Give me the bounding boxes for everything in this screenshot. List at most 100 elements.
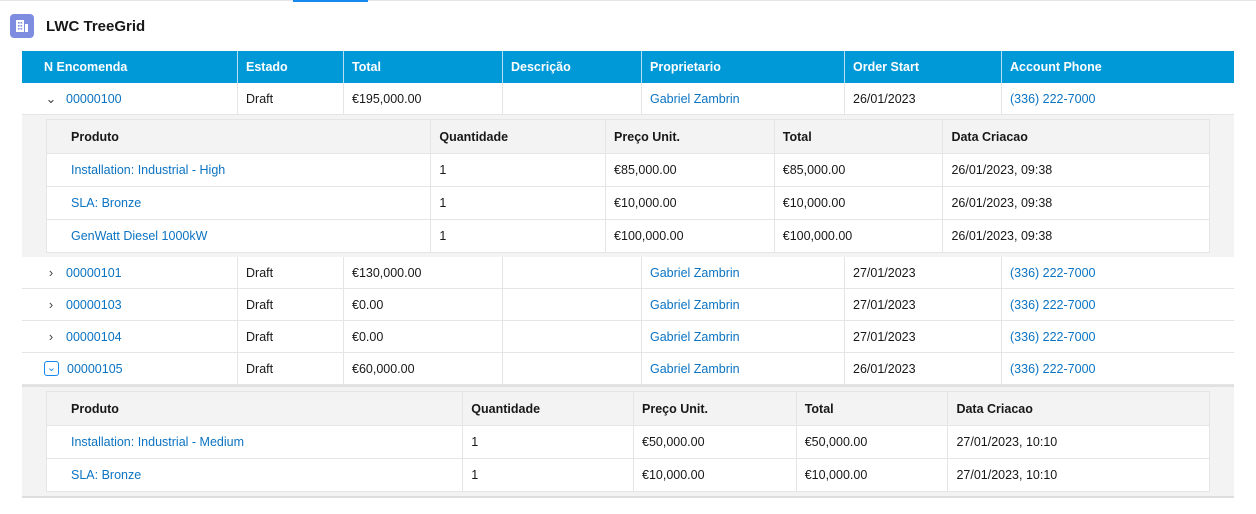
items-col-data: Data Criacao bbox=[956, 401, 1033, 416]
order-row: › 00000104 Draft €0.00 Gabriel Zambrin 2… bbox=[22, 321, 1234, 353]
order-start-cell: 27/01/2023 bbox=[845, 257, 1002, 288]
order-number-cell: › 00000101 bbox=[22, 257, 238, 288]
created-cell: 27/01/2023, 10:10 bbox=[956, 468, 1058, 482]
chevron-right-icon[interactable]: › bbox=[44, 297, 58, 312]
order-row: ⌄ 00000105 Draft €60,000.00 Gabriel Zamb… bbox=[22, 353, 1234, 385]
product-link[interactable]: GenWatt Diesel 1000kW bbox=[47, 220, 432, 252]
order-row: › 00000101 Draft €130,000.00 Gabriel Zam… bbox=[22, 257, 1234, 289]
item-row: SLA: Bronze 1 €10,000.00 €10,000.00 26/0… bbox=[47, 187, 1209, 220]
items-header: Produto Quantidade Preço Unit. Total Dat… bbox=[47, 120, 1209, 154]
price-cell: €100,000.00 bbox=[606, 220, 775, 252]
phone-link[interactable]: (336) 222-7000 bbox=[1002, 83, 1234, 114]
qty-cell: 1 bbox=[431, 187, 607, 219]
qty-cell: 1 bbox=[431, 154, 607, 186]
item-row: Installation: Industrial - Medium 1 €50,… bbox=[47, 426, 1209, 459]
order-number-link[interactable]: 00000100 bbox=[66, 92, 122, 106]
phone-link[interactable]: (336) 222-7000 bbox=[1002, 257, 1234, 288]
total-cell: €0.00 bbox=[344, 321, 503, 352]
order-items-table: Produto Quantidade Preço Unit. Total Dat… bbox=[46, 391, 1210, 492]
col-header-total[interactable]: Total bbox=[344, 51, 503, 83]
order-items-panel: Produto Quantidade Preço Unit. Total Dat… bbox=[22, 385, 1234, 498]
card-title: LWC TreeGrid bbox=[46, 17, 146, 35]
chevron-down-icon[interactable]: ⌄ bbox=[44, 91, 58, 106]
top-divider bbox=[0, 0, 1256, 1]
price-cell: €85,000.00 bbox=[606, 154, 775, 186]
items-col-quantidade: Quantidade bbox=[431, 120, 607, 153]
order-start-cell: 26/01/2023 bbox=[845, 83, 1002, 114]
product-link[interactable]: SLA: Bronze bbox=[47, 187, 432, 219]
description-cell bbox=[503, 321, 642, 352]
qty-cell: 1 bbox=[431, 220, 607, 252]
active-tab-indicator bbox=[293, 0, 368, 2]
item-row: Installation: Industrial - High 1 €85,00… bbox=[47, 154, 1209, 187]
order-number-cell: › 00000103 bbox=[22, 289, 238, 320]
col-header-proprietario[interactable]: Proprietario bbox=[642, 51, 845, 83]
col-header-descricao[interactable]: Descrição bbox=[503, 51, 642, 83]
owner-link[interactable]: Gabriel Zambrin bbox=[642, 321, 845, 352]
price-cell: €10,000.00 bbox=[634, 459, 797, 491]
card-header: LWC TreeGrid bbox=[10, 14, 145, 38]
order-number-cell: › 00000104 bbox=[22, 321, 238, 352]
description-cell bbox=[503, 83, 642, 114]
description-cell bbox=[503, 289, 642, 320]
created-cell: 26/01/2023, 09:38 bbox=[951, 229, 1053, 243]
order-row: › 00000103 Draft €0.00 Gabriel Zambrin 2… bbox=[22, 289, 1234, 321]
order-items-table: Produto Quantidade Preço Unit. Total Dat… bbox=[46, 119, 1210, 253]
chevron-right-icon[interactable]: › bbox=[44, 329, 58, 344]
created-cell: 27/01/2023, 10:10 bbox=[956, 435, 1058, 449]
description-cell bbox=[503, 353, 642, 384]
owner-link[interactable]: Gabriel Zambrin bbox=[642, 257, 845, 288]
order-number-link[interactable]: 00000105 bbox=[67, 362, 123, 376]
created-cell: 26/01/2023, 09:38 bbox=[951, 196, 1053, 210]
chevron-down-icon[interactable]: ⌄ bbox=[44, 361, 59, 376]
col-header-order-start[interactable]: Order Start bbox=[845, 51, 1002, 83]
items-col-produto: Produto bbox=[47, 392, 464, 425]
item-total-cell: €85,000.00 bbox=[775, 154, 944, 186]
order-start-cell: 27/01/2023 bbox=[845, 289, 1002, 320]
order-items-panel: Produto Quantidade Preço Unit. Total Dat… bbox=[22, 115, 1234, 257]
grid-header: N Encomenda Estado Total Descrição Propr… bbox=[22, 51, 1234, 83]
total-cell: €60,000.00 bbox=[344, 353, 503, 384]
tree-grid: N Encomenda Estado Total Descrição Propr… bbox=[22, 51, 1234, 498]
order-number-cell: ⌄ 00000105 bbox=[22, 353, 238, 384]
order-start-cell: 27/01/2023 bbox=[845, 321, 1002, 352]
order-number-link[interactable]: 00000104 bbox=[66, 330, 122, 344]
product-link[interactable]: SLA: Bronze bbox=[47, 459, 464, 491]
item-total-cell: €50,000.00 bbox=[797, 426, 949, 458]
items-col-total: Total bbox=[797, 392, 949, 425]
qty-cell: 1 bbox=[463, 426, 634, 458]
status-cell: Draft bbox=[238, 83, 344, 114]
chevron-right-icon[interactable]: › bbox=[44, 265, 58, 280]
total-cell: €130,000.00 bbox=[344, 257, 503, 288]
item-total-cell: €100,000.00 bbox=[775, 220, 944, 252]
product-link[interactable]: Installation: Industrial - Medium bbox=[47, 426, 464, 458]
order-number-link[interactable]: 00000103 bbox=[66, 298, 122, 312]
col-header-n-encomenda[interactable]: N Encomenda bbox=[22, 51, 238, 83]
item-row: SLA: Bronze 1 €10,000.00 €10,000.00 27/0… bbox=[47, 459, 1209, 491]
total-cell: €195,000.00 bbox=[344, 83, 503, 114]
items-col-produto: Produto bbox=[47, 120, 432, 153]
owner-link[interactable]: Gabriel Zambrin bbox=[642, 289, 845, 320]
status-cell: Draft bbox=[238, 321, 344, 352]
created-cell: 26/01/2023, 09:38 bbox=[951, 163, 1053, 177]
grid-app-icon bbox=[10, 14, 34, 38]
items-header: Produto Quantidade Preço Unit. Total Dat… bbox=[47, 392, 1209, 426]
phone-link[interactable]: (336) 222-7000 bbox=[1002, 321, 1234, 352]
owner-link[interactable]: Gabriel Zambrin bbox=[642, 83, 845, 114]
status-cell: Draft bbox=[238, 353, 344, 384]
order-number-cell: ⌄ 00000100 bbox=[22, 83, 238, 114]
items-col-total: Total bbox=[775, 120, 944, 153]
description-cell bbox=[503, 257, 642, 288]
col-header-estado[interactable]: Estado bbox=[238, 51, 344, 83]
order-number-link[interactable]: 00000101 bbox=[66, 266, 122, 280]
status-cell: Draft bbox=[238, 257, 344, 288]
col-header-account-phone[interactable]: Account Phone bbox=[1002, 51, 1234, 83]
items-col-quantidade: Quantidade bbox=[463, 392, 634, 425]
items-col-data: Data Criacao bbox=[951, 129, 1028, 144]
phone-link[interactable]: (336) 222-7000 bbox=[1002, 289, 1234, 320]
product-link[interactable]: Installation: Industrial - High bbox=[47, 154, 432, 186]
owner-link[interactable]: Gabriel Zambrin bbox=[642, 353, 845, 384]
price-cell: €10,000.00 bbox=[606, 187, 775, 219]
phone-link[interactable]: (336) 222-7000 bbox=[1002, 353, 1234, 384]
order-row: ⌄ 00000100 Draft €195,000.00 Gabriel Zam… bbox=[22, 83, 1234, 115]
